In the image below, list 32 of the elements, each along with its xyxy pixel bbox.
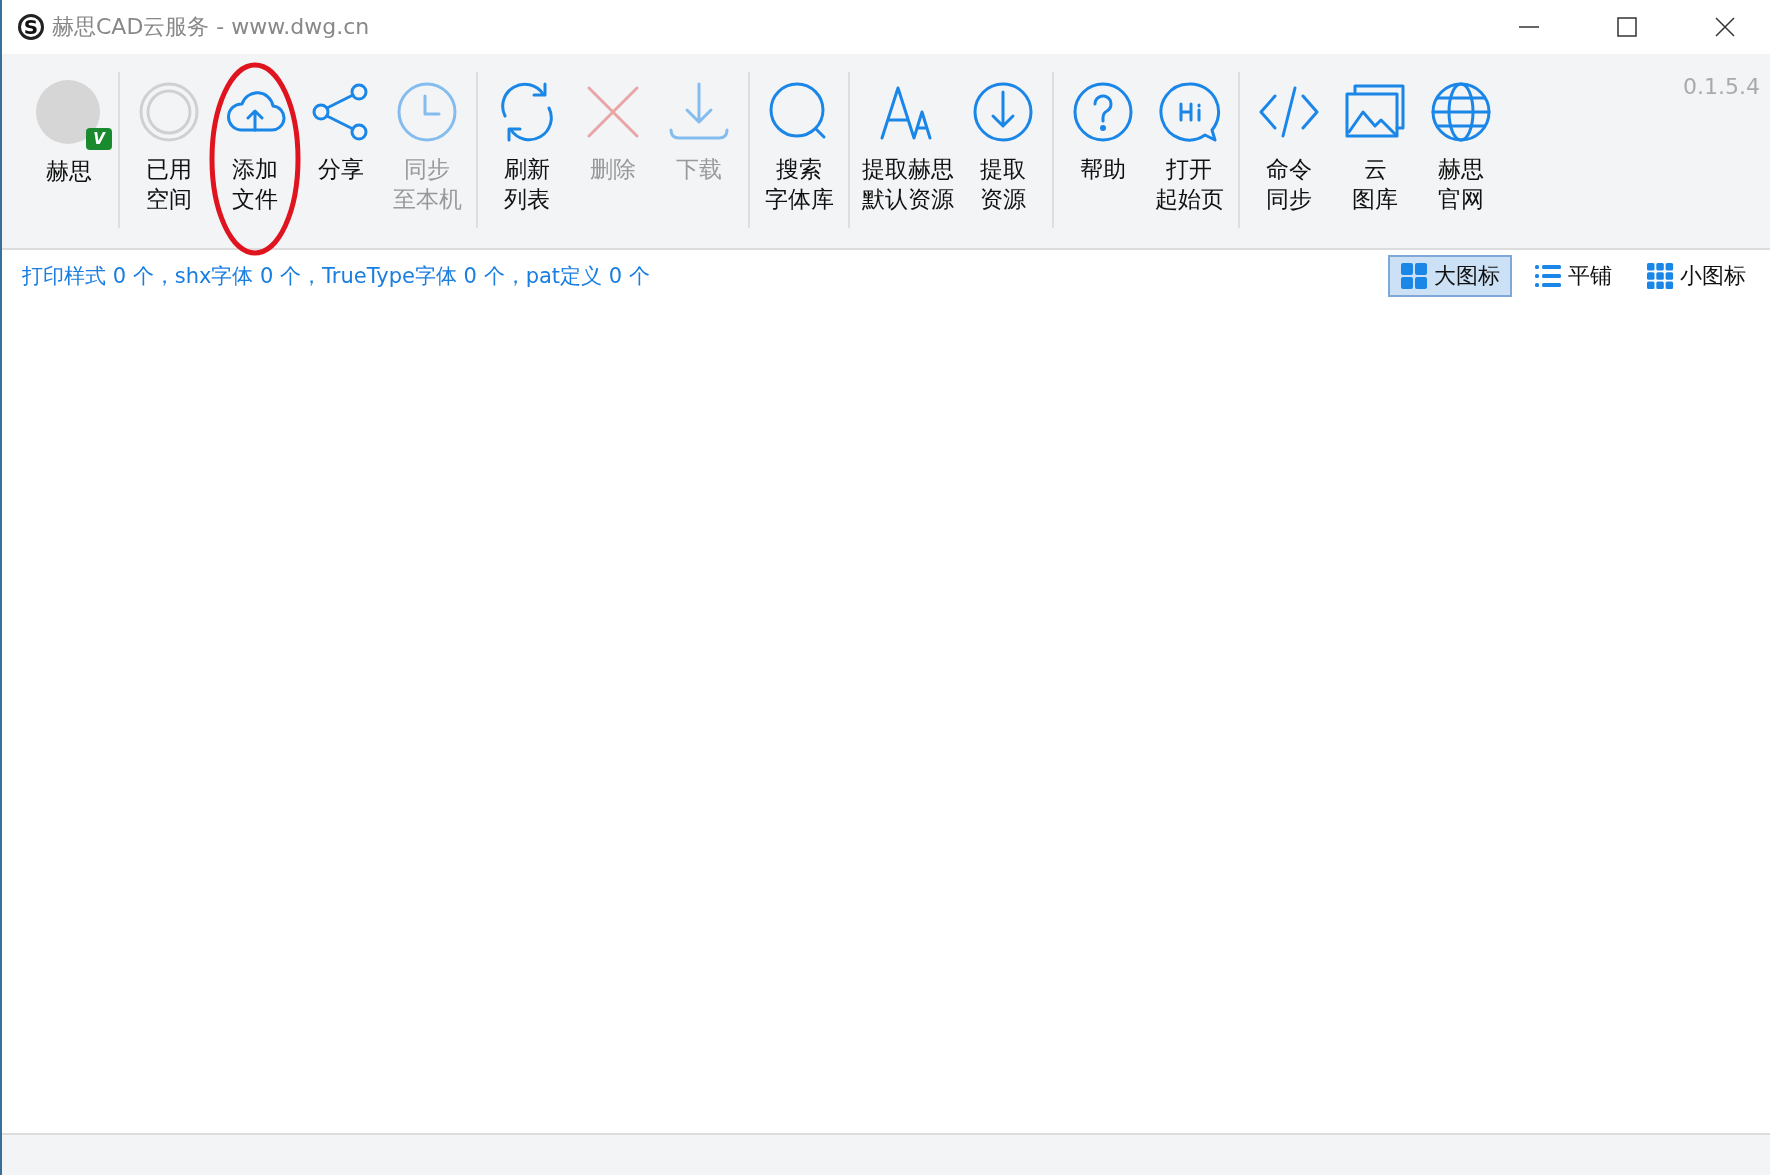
chat-bubble-icon	[1157, 80, 1221, 144]
vip-badge: V	[86, 128, 112, 150]
toolbar-button[interactable]: 刷新 列表	[484, 74, 570, 214]
maximize-icon	[1617, 17, 1637, 37]
window-title: 赫思CAD云服务 - www.dwg.cn	[52, 13, 370, 41]
help-icon	[1071, 80, 1135, 144]
list-icon	[1534, 262, 1562, 290]
account-button[interactable]: V 赫思	[26, 74, 112, 186]
close-icon	[1715, 17, 1735, 37]
toolbar-button[interactable]: 已用 空间	[126, 74, 212, 214]
toolbar-button[interactable]: 搜索 字体库	[756, 74, 842, 214]
toolbar-button[interactable]: 打开 起始页	[1146, 74, 1232, 214]
view-mode-button[interactable]: 平铺	[1522, 255, 1624, 297]
minimize-icon	[1519, 26, 1539, 28]
toolbar-button[interactable]: 分享	[298, 74, 384, 184]
clock-icon	[395, 80, 459, 144]
toolbar-button[interactable]: 提取赫思 默认资源	[856, 74, 960, 214]
toolbar-button[interactable]: 赫思 官网	[1418, 74, 1504, 214]
toolbar-button[interactable]: 提取 资源	[960, 74, 1046, 214]
resource-summary: 打印样式 0 个，shx字体 0 个，TrueType字体 0 个，pat定义 0 个	[22, 263, 650, 290]
small-grid-icon	[1646, 262, 1674, 290]
view-mode-button[interactable]: 小图标	[1634, 255, 1758, 297]
large-grid-icon	[1400, 262, 1428, 290]
app-logo: S	[18, 14, 44, 40]
globe-icon	[1429, 80, 1493, 144]
toolbar-button[interactable]: 云 图库	[1332, 74, 1418, 214]
view-mode-button[interactable]: 大图标	[1388, 255, 1512, 297]
version-label: 0.1.5.4	[1683, 74, 1760, 99]
download-circle-icon	[971, 80, 1035, 144]
toolbar-button[interactable]: 命令 同步	[1246, 74, 1332, 214]
storage-ring-icon	[137, 80, 201, 144]
toolbar-button[interactable]: 帮助	[1060, 74, 1146, 184]
